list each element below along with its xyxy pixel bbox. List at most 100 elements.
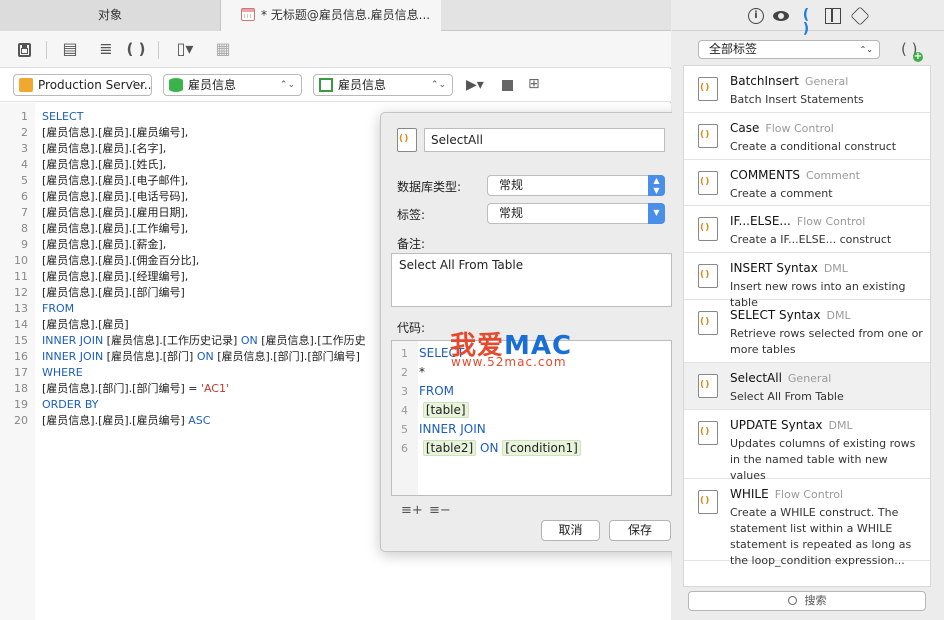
database-select[interactable]: 雇员信息 ⌃⌄ (163, 74, 302, 96)
table-icon (241, 8, 255, 21)
save-button[interactable] (14, 39, 34, 59)
db-type-select[interactable]: 常规 ▲ ▼ (487, 175, 665, 196)
snippet-list-item[interactable]: BatchInsert General Batch Insert Statement… (684, 66, 930, 113)
schema-value: 雇员信息 (338, 78, 387, 92)
save-button[interactable]: 保存 (609, 520, 671, 541)
tag-filter-select[interactable]: 全部标签 ⌃⌄ (698, 40, 880, 59)
code-text: [table2] ON [condition1] (419, 439, 581, 458)
add-snippet-button[interactable]: ( ) (901, 40, 923, 62)
placeholder-token[interactable]: [table] (422, 402, 469, 418)
snippet-list-item[interactable]: IF...ELSE... Flow Control Create a IF...EL… (684, 206, 930, 253)
snippet-title: WHILE (730, 487, 769, 501)
snippet-title: INSERT Syntax (730, 261, 818, 275)
snippet-title-row: Case Flow Control (730, 121, 834, 135)
snippet-list-item[interactable]: SELECT Syntax DML Retrieve rows selected f… (684, 300, 930, 363)
line-number: 7 (21, 206, 28, 219)
sql-keyword: WHERE (42, 366, 83, 379)
snippet-list-item[interactable]: INSERT SyntaxDMLInsert new rows into an … (684, 253, 930, 309)
remark-textarea[interactable]: Select All From Table (391, 253, 672, 307)
code-text: [雇员信息].[雇员].[佣金百分比], (42, 253, 199, 269)
line-number: 4 (21, 158, 28, 171)
snippet-icon (698, 374, 718, 398)
line-number: 2 (401, 366, 408, 379)
snippet-list-item[interactable]: SelectAll General Select All From Table (684, 363, 930, 410)
code-snippet-button[interactable]: ( ) (126, 39, 146, 59)
remove-placeholder-button[interactable]: ≡− (429, 503, 451, 519)
sql-token: [雇员信息].[雇员] (42, 318, 129, 331)
snippet-title-row: IF...ELSE... Flow Control (730, 214, 865, 228)
code-text: [雇员信息].[雇员].[雇员编号] ASC (42, 413, 210, 429)
columns-icon[interactable] (825, 8, 841, 24)
snippet-list-item[interactable]: Case Flow Control Create a conditional con… (684, 113, 930, 160)
placeholder-token[interactable]: [table2] (422, 440, 477, 456)
explain-button[interactable]: ▤ (58, 39, 82, 59)
sql-keyword: INNER JOIN (419, 422, 486, 436)
code-label: 代码: (397, 321, 426, 335)
line-number: 13 (14, 302, 28, 315)
line-number: 20 (14, 414, 28, 427)
sql-token: [雇员信息].[雇员].[雇员编号], (42, 126, 189, 139)
snippet-title-row: SelectAll General (730, 371, 831, 385)
schema-select[interactable]: 雇员信息 ⌃⌄ (313, 74, 453, 96)
placeholder-token[interactable]: [condition1] (502, 440, 581, 456)
sql-keyword: ON (480, 441, 499, 455)
tab-objects[interactable]: 对象 (0, 0, 221, 31)
stop-button[interactable] (502, 80, 513, 91)
snippet-add-icon: ( ) (901, 40, 918, 58)
line-number: 16 (14, 350, 28, 363)
snippet-title: Case (730, 121, 760, 135)
snippet-list-item[interactable]: UPDATE Syntax DML Updates columns of exist… (684, 410, 930, 482)
tab-query[interactable]: * 无标题@雇员信息.雇员信息... (221, 0, 441, 31)
cancel-button[interactable]: 取消 (541, 520, 600, 541)
tab-bar: 对象 * 无标题@雇员信息.雇员信息... (0, 0, 671, 31)
sql-token: [雇员信息].[雇员].[名字], (42, 142, 167, 155)
tree-icon: ⊞ (528, 76, 540, 92)
line-number: 15 (14, 334, 28, 347)
text-options-button[interactable]: ▯▾ (170, 39, 200, 59)
explain-tree-button[interactable]: ⊞ (528, 76, 548, 94)
snippet-description: Batch Insert Statements (730, 93, 864, 106)
snippet-name-input[interactable]: SelectAll (424, 128, 665, 152)
snippet-category: DML (823, 262, 848, 275)
line-number: 14 (14, 318, 28, 331)
line-number: 5 (21, 174, 28, 187)
tag-select[interactable]: 常规 ▼ (487, 203, 665, 224)
updown-arrow-icon: ⌃⌄ (279, 80, 295, 90)
line-number: 12 (14, 286, 28, 299)
line-number: 19 (14, 398, 28, 411)
toolbar-divider (46, 41, 47, 59)
sql-token: [雇员信息].[雇员].[雇用日期], (42, 206, 189, 219)
code-text: [雇员信息].[雇员].[薪金], (42, 237, 166, 253)
connection-select[interactable]: Production Server... ⌃⌄ (13, 74, 152, 96)
tag-value: 常规 (499, 206, 524, 220)
sql-keyword: FROM (419, 384, 455, 398)
snippet-list-item[interactable]: COMMENTS Comment Create a comment (684, 160, 930, 206)
sql-keyword: INNER JOIN (42, 334, 104, 347)
sql-keyword: ON (196, 350, 214, 363)
beautify-button[interactable]: ≣ (94, 39, 118, 59)
snippet-description: Select All From Table (730, 390, 844, 403)
line-number: 2 (21, 126, 28, 139)
info-icon[interactable]: i (748, 8, 764, 24)
search-input[interactable]: 搜索 (688, 591, 926, 611)
snippet-title: SELECT Syntax (730, 308, 821, 322)
snippet-icon (698, 171, 718, 195)
result-grid-button[interactable]: ▦ (212, 39, 234, 59)
snippet-icon (698, 77, 718, 101)
line-number: 10 (14, 254, 28, 267)
toolbar: ▤ ≣ ( ) ▯▾ ▦ (0, 31, 671, 68)
updown-arrow-icon: ⌃⌄ (430, 80, 446, 90)
sql-token: [雇员信息].[雇员].[姓氏], (42, 158, 167, 171)
code-text: [雇员信息].[雇员].[雇员编号], (42, 125, 188, 141)
add-placeholder-button[interactable]: ≡+ (401, 503, 423, 519)
run-button[interactable]: ▶▾ (466, 74, 488, 96)
settings-icon[interactable] (850, 6, 870, 26)
code-snippet-tab-icon[interactable]: ( ) (798, 8, 814, 36)
snippet-list-item[interactable]: WHILE Flow Control Create a WHILE construc… (684, 479, 930, 567)
preview-icon[interactable] (773, 8, 789, 24)
line-number: 4 (401, 404, 408, 417)
snippet-icon (397, 128, 417, 152)
snippet-title-row: SELECT Syntax DML (730, 308, 851, 322)
watermark-url: www.52mac.com (451, 355, 567, 369)
line-number: 5 (401, 423, 408, 436)
